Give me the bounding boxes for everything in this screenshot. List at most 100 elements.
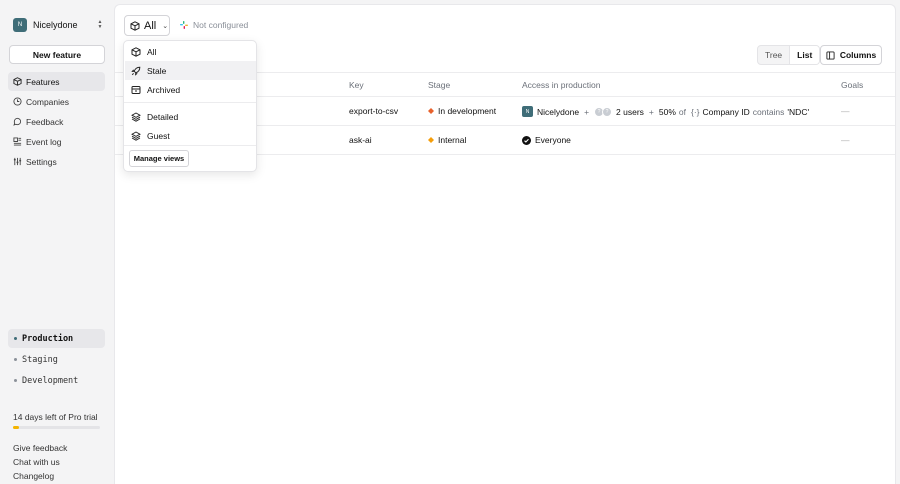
layers-icon	[131, 130, 141, 141]
attribute-operator: contains	[752, 106, 785, 117]
view-option-stale[interactable]: Stale	[125, 61, 256, 80]
env-development[interactable]: Development	[8, 371, 105, 390]
box-icon	[130, 20, 140, 31]
stage-internal-icon	[428, 137, 434, 143]
attribute-icon: {·}	[690, 106, 700, 117]
plus-separator: +	[584, 106, 590, 117]
clock-icon	[13, 97, 22, 106]
sidebar-item-label: Feedback	[26, 116, 64, 127]
view-option-label: Detailed	[147, 111, 179, 122]
attribute-name: Company ID	[702, 106, 750, 117]
env-staging[interactable]: Staging	[8, 350, 105, 369]
env-dot-icon	[14, 358, 17, 361]
view-option-guest[interactable]: Guest	[125, 126, 256, 145]
sidebar-item-label: Settings	[26, 156, 57, 167]
sidebar-item-label: Companies	[26, 96, 69, 107]
manage-views-button[interactable]: Manage views	[129, 150, 189, 167]
sidebar-item-event-log[interactable]: Event log	[8, 132, 105, 151]
view-option-detailed[interactable]: Detailed	[125, 107, 256, 126]
env-production[interactable]: Production	[8, 329, 105, 348]
trial-progress-bar	[13, 426, 100, 429]
dropdown-divider	[124, 145, 256, 146]
stage-in-development-icon	[428, 108, 434, 114]
of-text: of	[678, 106, 686, 117]
tree-view-button[interactable]: Tree	[758, 46, 789, 64]
env-dot-icon	[14, 337, 17, 340]
sidebar-item-label: Features	[26, 76, 60, 87]
header-goals[interactable]: Goals	[841, 80, 863, 90]
plus-separator: +	[648, 106, 654, 117]
check-circle-icon	[522, 135, 531, 145]
user-avatar-icon: ?	[602, 106, 613, 117]
org-switcher[interactable]: N Nicelydone ▲ ▼	[13, 18, 105, 32]
header-access[interactable]: Access in production	[522, 80, 600, 90]
stage-label: In development	[438, 106, 497, 116]
columns-button[interactable]: Columns	[820, 45, 882, 65]
stage-cell: Internal	[428, 135, 466, 145]
org-name: Nicelydone	[33, 20, 78, 30]
sidebar-item-settings[interactable]: Settings	[8, 152, 105, 171]
env-dot-icon	[14, 379, 17, 382]
view-option-label: Stale	[147, 65, 167, 76]
sidebar-item-features[interactable]: Features	[8, 72, 105, 91]
env-label: Production	[22, 333, 74, 344]
feature-key: ask-ai	[349, 135, 372, 145]
slack-icon	[180, 21, 188, 29]
view-option-label: Archived	[147, 84, 181, 95]
header-key[interactable]: Key	[349, 80, 364, 90]
chevron-up-down-icon: ▲ ▼	[97, 19, 103, 30]
env-label: Development	[22, 375, 79, 386]
sidebar-item-label: Event log	[26, 136, 62, 147]
environment-list: Production Staging Development	[8, 329, 105, 392]
company-avatar: N	[522, 106, 533, 117]
users-count: 2 users	[616, 106, 644, 117]
box-icon	[13, 77, 22, 86]
trial-text: 14 days left of Pro trial	[13, 412, 98, 422]
slack-status[interactable]: Not configured	[179, 20, 248, 30]
attribute-value: 'NDC'	[787, 106, 810, 117]
chevron-down-icon: ⌄	[162, 22, 169, 30]
goals-cell: —	[841, 106, 850, 116]
view-option-all[interactable]: All	[125, 42, 256, 61]
columns-icon	[826, 50, 835, 60]
view-option-label: Guest	[147, 130, 170, 141]
goals-cell: —	[841, 135, 850, 145]
columns-label: Columns	[839, 50, 877, 60]
list-view-button[interactable]: List	[789, 46, 820, 64]
chat-icon	[13, 117, 22, 126]
give-feedback-link[interactable]: Give feedback	[13, 443, 67, 457]
rollout-percent: 50%	[658, 106, 676, 117]
view-selector-button[interactable]: All ⌄	[124, 15, 170, 36]
sidebar-item-feedback[interactable]: Feedback	[8, 112, 105, 131]
view-option-label: All	[147, 46, 157, 57]
layers-icon	[131, 111, 141, 122]
views-dropdown: All Stale Archived Detailed Guest Manage…	[123, 40, 257, 172]
sliders-icon	[13, 157, 22, 166]
view-option-archived[interactable]: Archived	[125, 80, 256, 99]
env-label: Staging	[22, 354, 58, 365]
sidebar-item-companies[interactable]: Companies	[8, 92, 105, 111]
changelog-link[interactable]: Changelog	[13, 471, 67, 484]
rocket-icon	[131, 66, 141, 76]
header-stage[interactable]: Stage	[428, 80, 450, 90]
view-toggle: Tree List	[757, 45, 821, 65]
everyone-label: Everyone	[535, 135, 571, 145]
trial-progress-fill	[13, 426, 20, 429]
stage-label: Internal	[438, 135, 467, 145]
org-avatar: N	[13, 18, 27, 32]
feature-key: export-to-csv	[349, 106, 399, 116]
archive-icon	[131, 85, 141, 95]
chat-with-us-link[interactable]: Chat with us	[13, 457, 67, 471]
box-icon	[131, 46, 141, 57]
access-cell: N Nicelydone + ? ? 2 users + 50% of {·} …	[522, 106, 809, 117]
footer-links: Give feedback Chat with us Changelog	[13, 443, 67, 484]
view-selector-label: All	[144, 19, 157, 32]
company-name: Nicelydone	[537, 106, 580, 117]
new-feature-button[interactable]: New feature	[9, 45, 105, 64]
sidebar-nav: Features Companies Feedback Event log Se…	[8, 72, 105, 172]
dropdown-divider	[124, 102, 256, 103]
slack-status-text: Not configured	[193, 20, 249, 30]
log-icon	[13, 137, 22, 146]
stage-cell: In development	[428, 106, 496, 116]
access-cell: Everyone	[522, 135, 571, 145]
